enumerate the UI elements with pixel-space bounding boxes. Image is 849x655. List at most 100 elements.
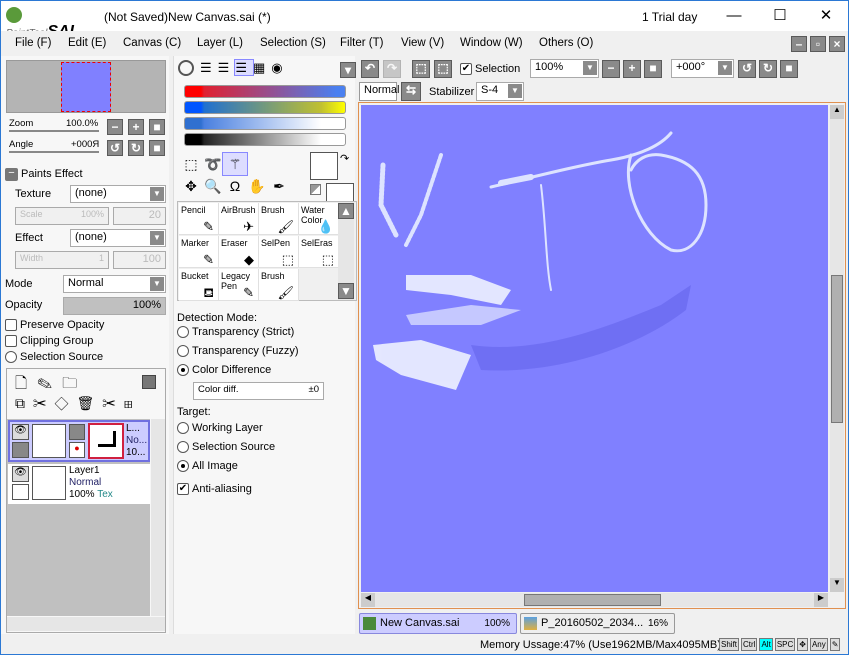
canvas[interactable] bbox=[361, 105, 828, 592]
layer-row[interactable]: 👁 Layer1 Normal 100% Tex bbox=[8, 464, 150, 504]
angle-slider[interactable] bbox=[9, 151, 99, 153]
target-working-layer-radio[interactable]: Working Layer bbox=[177, 422, 263, 435]
menu-others[interactable]: Others (O) bbox=[539, 37, 593, 49]
merge-down-icon[interactable]: ✂ bbox=[102, 395, 123, 411]
color-bar-value[interactable] bbox=[184, 133, 346, 146]
doc-tab-photo[interactable]: P_20160502_2034... 16% bbox=[520, 613, 675, 634]
pin-icon[interactable]: ● bbox=[69, 442, 85, 458]
canvas-hscrollbar[interactable]: ◀ ▶ bbox=[361, 593, 828, 607]
doc-tab-new-canvas[interactable]: New Canvas.sai 100% bbox=[359, 613, 517, 634]
zoom-icon[interactable]: 🔍 bbox=[201, 175, 225, 197]
swap-colors-icon[interactable]: ↷ bbox=[340, 152, 349, 165]
rotate-left-button[interactable]: ↺ bbox=[107, 140, 123, 156]
scroll-down-button[interactable]: ▼ bbox=[830, 578, 844, 592]
rgb-slider-icon[interactable]: ☰ bbox=[200, 60, 218, 75]
rotate-right-button[interactable]: ↻ bbox=[759, 60, 777, 78]
stroke-mode-select[interactable]: Normal bbox=[359, 82, 399, 101]
scratchpad-icon[interactable]: ◉ bbox=[271, 60, 288, 75]
scale-slider[interactable]: Scale 100% bbox=[15, 207, 109, 225]
zoom-select[interactable]: 100% ▼ bbox=[530, 59, 599, 78]
navigator-preview[interactable] bbox=[6, 60, 166, 113]
merge-layer-icon[interactable]: ⊞ bbox=[124, 395, 141, 411]
copy-layer-icon[interactable]: ⧉ bbox=[15, 395, 33, 411]
deselect-button[interactable]: ⬚ bbox=[412, 60, 430, 78]
blend-mode-select[interactable]: Normal ▼ bbox=[63, 275, 166, 293]
zoom-reset-button[interactable]: ■ bbox=[644, 60, 662, 78]
foreground-color-swatch[interactable] bbox=[310, 152, 338, 180]
trash-icon[interactable]: 🗑 bbox=[76, 395, 102, 411]
undo-button[interactable]: ↶ bbox=[361, 60, 379, 78]
lock-icon[interactable] bbox=[12, 442, 29, 458]
width-slider[interactable]: Width 1 bbox=[15, 251, 109, 269]
brush-slot-pencil[interactable]: Pencil ✎ bbox=[179, 203, 219, 235]
zoom-out-button[interactable]: − bbox=[107, 119, 123, 135]
layer-row-selected[interactable]: 👁 ● L... No... 10... bbox=[8, 420, 150, 462]
layer-hscrollbar[interactable] bbox=[7, 617, 165, 631]
eye-icon[interactable]: 👁 bbox=[12, 466, 29, 482]
eyedropper-icon[interactable]: ✒ bbox=[267, 175, 291, 197]
hand-icon[interactable]: ✋ bbox=[245, 175, 269, 197]
hsv-slider-icon[interactable]: ☰ bbox=[218, 60, 236, 75]
canvas-viewport[interactable]: ▲ ▼ ◀ ▶ bbox=[358, 102, 846, 609]
redo-button[interactable]: ↷ bbox=[383, 60, 401, 78]
mask-icon[interactable] bbox=[69, 424, 85, 440]
brush-slot-eraser[interactable]: Eraser ◆ bbox=[219, 236, 259, 268]
selection-source-radio[interactable]: Selection Source bbox=[5, 351, 103, 364]
transparent-color-icon[interactable] bbox=[310, 184, 321, 195]
brush-slot-water-color[interactable]: Water Color 💧 bbox=[299, 203, 339, 235]
menu-selection[interactable]: Selection (S) bbox=[260, 37, 326, 49]
detection-fuzzy-radio[interactable]: Transparency (Fuzzy) bbox=[177, 345, 299, 358]
menu-window[interactable]: Window (W) bbox=[460, 37, 523, 49]
angle-select[interactable]: +000° ▼ bbox=[671, 59, 734, 78]
menu-file[interactable]: File (F) bbox=[15, 37, 51, 49]
color-bar-saturation[interactable] bbox=[184, 117, 346, 130]
color-bar-blue-yellow[interactable] bbox=[184, 101, 346, 114]
scroll-left-button[interactable]: ◀ bbox=[361, 593, 375, 607]
zoom-in-button[interactable]: + bbox=[128, 119, 144, 135]
anti-aliasing-checkbox[interactable]: ✔ Anti-aliasing bbox=[177, 483, 252, 496]
close-button[interactable]: ✕ bbox=[803, 1, 849, 31]
scale-number[interactable]: 20 bbox=[113, 207, 166, 225]
zoom-out-button[interactable]: − bbox=[602, 60, 620, 78]
scroll-up-button[interactable]: ▲ bbox=[338, 203, 354, 219]
new-layer-icon[interactable]: 🗋 bbox=[15, 375, 37, 392]
color-bar-red[interactable] bbox=[184, 85, 346, 98]
invert-selection-button[interactable]: ⬚ bbox=[434, 60, 452, 78]
clear-layer-icon[interactable]: ◇ bbox=[54, 395, 76, 411]
brush-slot-brush[interactable]: Brush 🖌 bbox=[259, 203, 299, 235]
scroll-up-button[interactable]: ▲ bbox=[830, 105, 844, 119]
menu-filter[interactable]: Filter (T) bbox=[340, 37, 383, 49]
preserve-opacity-checkbox[interactable]: Preserve Opacity bbox=[5, 319, 104, 332]
menu-view[interactable]: View (V) bbox=[401, 37, 444, 49]
stabilizer-select[interactable]: S-4 ▼ bbox=[476, 82, 524, 101]
width-number[interactable]: 100 bbox=[113, 251, 166, 269]
color-bars-icon[interactable]: ☰ bbox=[234, 59, 254, 76]
doc-close-button[interactable]: × bbox=[829, 36, 845, 52]
vscroll-thumb[interactable] bbox=[831, 275, 843, 423]
cut-layer-icon[interactable]: ✂ bbox=[33, 395, 54, 411]
layer-scrollbar[interactable] bbox=[151, 419, 165, 616]
brush-slot-seleras[interactable]: SelEras ⬚ bbox=[299, 236, 339, 268]
rotate-left-button[interactable]: ↺ bbox=[738, 60, 756, 78]
doc-restore-button[interactable]: ▫ bbox=[810, 36, 826, 52]
magic-wand-icon[interactable]: ⚚ bbox=[222, 152, 248, 176]
new-mask-icon[interactable] bbox=[142, 375, 156, 389]
brush-slot-bucket[interactable]: Bucket ⛾ bbox=[179, 269, 219, 301]
texture-select[interactable]: (none) ▼ bbox=[70, 185, 166, 203]
eye-icon[interactable]: 👁 bbox=[12, 424, 29, 440]
clipping-group-checkbox[interactable]: Clipping Group bbox=[5, 335, 93, 348]
lasso-icon[interactable]: ➰ bbox=[201, 153, 225, 175]
rotate-right-button[interactable]: ↻ bbox=[128, 140, 144, 156]
flip-button[interactable]: ⇆ bbox=[401, 82, 421, 101]
maximize-button[interactable]: ☐ bbox=[757, 1, 803, 31]
opacity-slider[interactable]: 100% bbox=[63, 297, 166, 315]
brush-slot-marker[interactable]: Marker ✎ bbox=[179, 236, 219, 268]
new-vector-layer-icon[interactable]: ✎ bbox=[37, 375, 62, 392]
brush-slot-brush[interactable]: Brush 🖌 bbox=[259, 269, 299, 301]
rotate-icon[interactable]: Ω bbox=[223, 175, 247, 197]
detection-strict-radio[interactable]: Transparency (Strict) bbox=[177, 326, 294, 339]
color-wheel-icon[interactable] bbox=[178, 60, 194, 76]
swatches-icon[interactable]: ▦ bbox=[253, 60, 271, 75]
panel-menu-button[interactable]: ▾ bbox=[340, 62, 356, 78]
lock-icon[interactable] bbox=[12, 484, 29, 500]
